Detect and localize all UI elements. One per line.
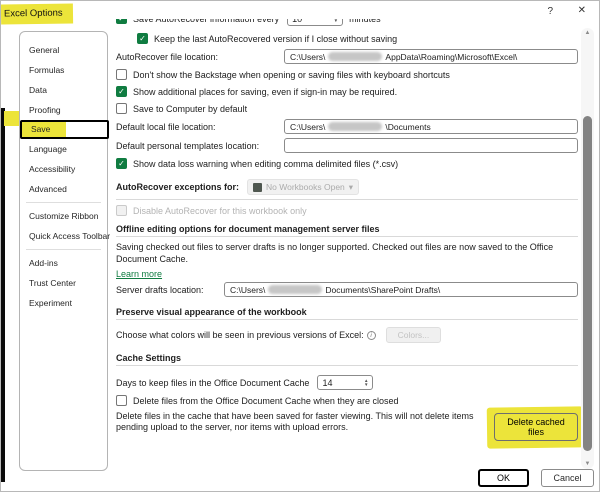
show-data-loss-warning-checkbox[interactable]: ✓	[116, 158, 127, 169]
chevron-down-icon: ▾	[349, 182, 353, 193]
sidebar-separator	[26, 249, 101, 250]
disable-autorecover-label: Disable AutoRecover for this workbook on…	[133, 206, 307, 216]
sidebar-item-quick-access-toolbar[interactable]: Quick Access Toolbar	[20, 226, 107, 246]
close-icon[interactable]: ✕	[578, 5, 586, 16]
autorecover-minutes-stepper[interactable]: 10 ▲▼	[287, 19, 343, 26]
redacted-username	[268, 285, 322, 294]
save-to-computer-checkbox[interactable]	[116, 103, 127, 114]
ok-button[interactable]: OK	[478, 469, 529, 487]
default-templates-location-label: Default personal templates location:	[116, 141, 284, 151]
show-additional-places-checkbox[interactable]: ✓	[116, 86, 127, 97]
dropdown-value: No Workbooks Open	[266, 182, 345, 192]
choose-colors-label: Choose what colors will be seen in previ…	[116, 330, 364, 340]
keep-last-autorecovered-label: Keep the last AutoRecovered version if I…	[154, 34, 397, 44]
clipped-row-wrapper: ✓ Save AutoRecover information every 10 …	[116, 19, 578, 28]
path-prefix: C:\Users\	[290, 52, 325, 62]
sidebar-item-general[interactable]: General	[20, 40, 107, 60]
path-suffix: AppData\Roaming\Microsoft\Excel\	[385, 52, 517, 62]
delete-cache-description: Delete files in the cache that have been…	[116, 411, 482, 433]
server-drafts-location-input[interactable]: C:\Users\ Documents\SharePoint Drafts\	[224, 282, 578, 297]
sidebar-item-customize-ribbon[interactable]: Customize Ribbon	[20, 206, 107, 226]
path-suffix: \Documents	[385, 122, 430, 132]
days-to-keep-stepper[interactable]: 14 ▲▼	[317, 375, 373, 390]
default-templates-location-input[interactable]	[284, 138, 578, 153]
colors-button: Colors...	[386, 327, 442, 343]
help-icon[interactable]: ?	[547, 6, 553, 17]
cache-settings-section-header: Cache Settings	[116, 353, 578, 363]
check-icon: ✓	[118, 88, 125, 96]
default-local-location-input[interactable]: C:\Users\ \Documents	[284, 119, 578, 134]
sidebar-item-formulas[interactable]: Formulas	[20, 60, 107, 80]
check-icon: ✓	[118, 19, 125, 23]
delete-files-when-closed-label: Delete files from the Office Document Ca…	[133, 396, 398, 406]
vertical-scrollbar[interactable]: ▲ ▼	[581, 28, 594, 469]
sidebar-item-accessibility[interactable]: Accessibility	[20, 159, 107, 179]
sidebar-item-data[interactable]: Data	[20, 80, 107, 100]
path-prefix: C:\Users\	[290, 122, 325, 132]
check-icon: ✓	[139, 35, 146, 43]
section-divider	[116, 236, 578, 237]
options-sidebar: General Formulas Data Proofing Save Lang…	[19, 31, 108, 471]
workbook-icon	[253, 183, 262, 192]
path-prefix: C:\Users\	[230, 285, 265, 295]
dialog-title: Excel Options	[1, 4, 73, 25]
annotation-left-bar	[1, 108, 5, 482]
disable-autorecover-checkbox	[116, 205, 127, 216]
offline-editing-section-header: Offline editing options for document man…	[116, 224, 578, 234]
sidebar-item-experiment[interactable]: Experiment	[20, 293, 107, 313]
redacted-username	[328, 122, 382, 131]
server-drafts-location-label: Server drafts location:	[116, 285, 224, 295]
redacted-username	[328, 52, 382, 61]
sidebar-item-trust-center[interactable]: Trust Center	[20, 273, 107, 293]
delete-cached-files-button[interactable]: Delete cached files	[494, 413, 578, 441]
stepper-arrows-icon[interactable]: ▲▼	[334, 19, 338, 23]
autorecover-minutes-suffix: minutes	[349, 19, 381, 24]
days-to-keep-value: 14	[322, 378, 332, 388]
scroll-up-icon[interactable]: ▲	[581, 30, 594, 36]
autorecover-every-checkbox[interactable]: ✓	[116, 19, 127, 24]
path-suffix: Documents\SharePoint Drafts\	[325, 285, 440, 295]
autorecover-exceptions-dropdown: No Workbooks Open ▾	[247, 179, 359, 195]
save-options-panel: ✓ Save AutoRecover information every 10 …	[116, 19, 578, 441]
sidebar-separator	[26, 202, 101, 203]
sidebar-item-add-ins[interactable]: Add-ins	[20, 253, 107, 273]
keep-last-autorecovered-checkbox[interactable]: ✓	[137, 33, 148, 44]
scroll-down-icon[interactable]: ▼	[581, 461, 594, 467]
sidebar-item-advanced[interactable]: Advanced	[20, 179, 107, 199]
cancel-button[interactable]: Cancel	[541, 469, 594, 487]
learn-more-link[interactable]: Learn more	[116, 269, 162, 279]
days-to-keep-label: Days to keep files in the Office Documen…	[116, 378, 309, 388]
excel-options-dialog: Excel Options ? ✕ General Formulas Data …	[0, 0, 600, 492]
info-icon: i	[367, 331, 376, 340]
stepper-arrows-icon[interactable]: ▲▼	[364, 379, 368, 387]
sidebar-item-language[interactable]: Language	[20, 139, 107, 159]
dont-show-backstage-checkbox[interactable]	[116, 69, 127, 80]
sidebar-item-save[interactable]: Save	[20, 120, 109, 139]
sidebar-item-proofing[interactable]: Proofing	[20, 100, 107, 120]
section-divider	[116, 319, 578, 320]
delete-files-when-closed-checkbox[interactable]	[116, 395, 127, 406]
save-to-computer-label: Save to Computer by default	[133, 104, 247, 114]
preserve-appearance-section-header: Preserve visual appearance of the workbo…	[116, 307, 578, 317]
offline-editing-description: Saving checked out files to server draft…	[116, 241, 574, 265]
show-additional-places-label: Show additional places for saving, even …	[133, 87, 397, 97]
autorecover-every-label: Save AutoRecover information every	[133, 19, 279, 24]
autorecover-minutes-value: 10	[292, 19, 302, 24]
delete-cache-row: Delete files in the cache that have been…	[116, 411, 578, 441]
autorecover-location-input[interactable]: C:\Users\ AppData\Roaming\Microsoft\Exce…	[284, 49, 578, 64]
check-icon: ✓	[118, 160, 125, 168]
scrollbar-thumb[interactable]	[583, 116, 592, 451]
dialog-footer: OK Cancel	[478, 469, 594, 487]
autorecover-exceptions-label: AutoRecover exceptions for:	[116, 182, 239, 192]
section-divider	[116, 365, 578, 366]
dont-show-backstage-label: Don't show the Backstage when opening or…	[133, 70, 450, 80]
section-divider	[116, 199, 578, 200]
autorecover-location-label: AutoRecover file location:	[116, 52, 284, 62]
default-local-location-label: Default local file location:	[116, 122, 284, 132]
show-data-loss-warning-label: Show data loss warning when editing comm…	[133, 159, 398, 169]
